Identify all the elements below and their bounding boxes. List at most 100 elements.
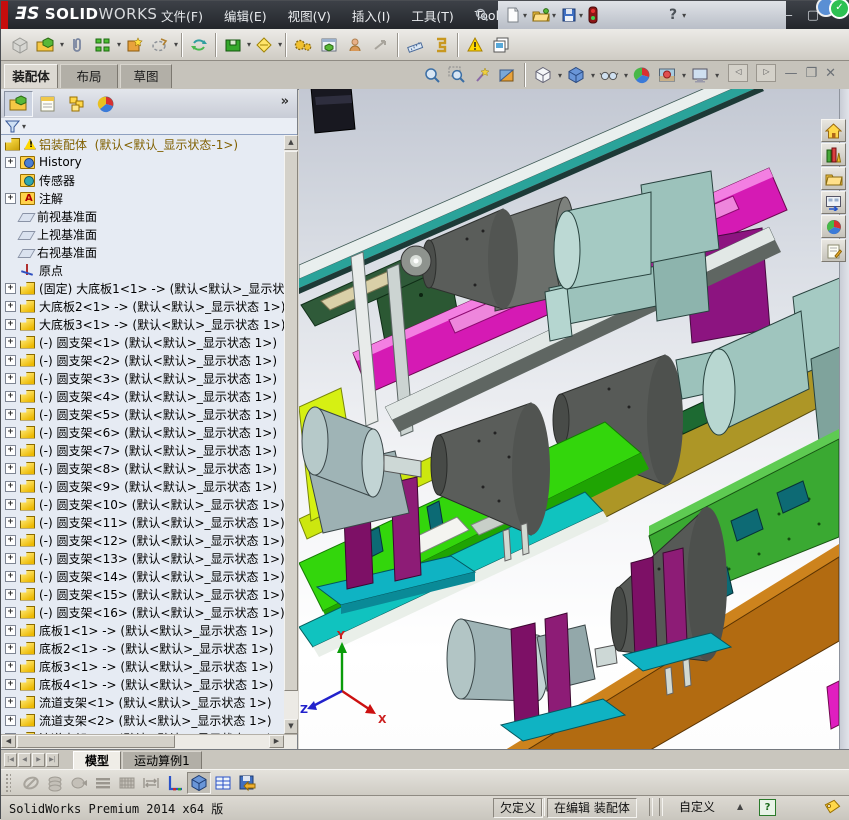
- view-orientation-icon[interactable]: [532, 64, 554, 86]
- tree-item[interactable]: 前视基准面: [1, 207, 284, 225]
- tree-root-item[interactable]: 铝装配体 (默认<默认_显示状态-1>): [1, 135, 284, 153]
- expand-icon[interactable]: [5, 373, 16, 384]
- custom-status-button[interactable]: 自定义: [673, 798, 721, 816]
- menu-item-1[interactable]: 编辑(E): [224, 6, 267, 25]
- save-animation-icon[interactable]: [235, 772, 259, 794]
- tree-item[interactable]: (-) 圆支架<2> (默认<默认>_显示状态 1>): [1, 351, 284, 369]
- propertymanager-tab[interactable]: [33, 91, 62, 117]
- chevron-down-icon[interactable]: ▾: [682, 11, 686, 20]
- expand-icon[interactable]: [5, 445, 16, 456]
- tab-assembly[interactable]: 装配体: [4, 64, 58, 88]
- expand-icon[interactable]: [5, 679, 16, 690]
- display-style-icon[interactable]: [565, 64, 587, 86]
- tree-item[interactable]: (-) 圆支架<9> (默认<默认>_显示状态 1>): [1, 477, 284, 495]
- move-component-icon[interactable]: [147, 32, 173, 58]
- tree-item[interactable]: 流道支架<2> (默认<默认>_显示状态 1>): [1, 711, 284, 729]
- tag-icon[interactable]: [823, 799, 841, 815]
- expand-icon[interactable]: [5, 193, 16, 204]
- tree-item[interactable]: History: [1, 153, 284, 171]
- chevron-down-icon[interactable]: ▾: [591, 71, 595, 80]
- tree-item[interactable]: 注解: [1, 189, 284, 207]
- tree-item[interactable]: (-) 圆支架<10> (默认<默认>_显示状态 1>): [1, 495, 284, 513]
- tree-item[interactable]: 底板4<1> -> (默认<默认>_显示状态 1>): [1, 675, 284, 693]
- expand-icon[interactable]: [5, 589, 16, 600]
- previous-view-icon[interactable]: [471, 64, 493, 86]
- previous-document-button[interactable]: ◁: [728, 64, 748, 82]
- tree-item[interactable]: 底板2<1> -> (默认<默认>_显示状态 1>): [1, 639, 284, 657]
- new-document-button[interactable]: ▾: [504, 6, 527, 24]
- horizontal-scroll-thumb[interactable]: [17, 735, 175, 748]
- next-document-button[interactable]: ▷: [756, 64, 776, 82]
- chart-axes-icon[interactable]: [163, 772, 187, 794]
- expand-icon[interactable]: [5, 553, 16, 564]
- expand-icon[interactable]: [5, 661, 16, 672]
- scroll-left-button[interactable]: ◀: [1, 735, 16, 748]
- open-document-button[interactable]: ▾: [531, 6, 556, 24]
- expand-icon[interactable]: [5, 391, 16, 402]
- menu-item-2[interactable]: 视图(V): [288, 6, 331, 25]
- tree-item[interactable]: (-) 圆支架<8> (默认<默认>_显示状态 1>): [1, 459, 284, 477]
- menu-item-4[interactable]: 工具(T): [411, 6, 453, 25]
- design-library-button[interactable]: [821, 143, 846, 166]
- chevron-down-icon[interactable]: ▾: [174, 40, 178, 49]
- toolbar-drag-handle[interactable]: [5, 773, 11, 793]
- chevron-down-icon[interactable]: ▾: [558, 71, 562, 80]
- appearances-button[interactable]: [821, 215, 846, 238]
- chevron-down-icon[interactable]: ▾: [22, 122, 26, 131]
- tree-item[interactable]: (-) 圆支架<13> (默认<默认>_显示状态 1>): [1, 549, 284, 567]
- expand-icon[interactable]: [5, 301, 16, 312]
- section-view-icon[interactable]: [496, 64, 518, 86]
- insert-components-icon[interactable]: [33, 32, 59, 58]
- scroll-right-button[interactable]: ▶: [269, 735, 284, 748]
- tree-item[interactable]: (-) 圆支架<6> (默认<默认>_显示状态 1>): [1, 423, 284, 441]
- tree-item[interactable]: 流道支架<1> (默认<默认>_显示状态 1>): [1, 693, 284, 711]
- tree-item[interactable]: (-) 圆支架<15> (默认<默认>_显示状态 1>): [1, 585, 284, 603]
- vertical-scroll-thumb[interactable]: [284, 151, 298, 691]
- chevron-down-icon[interactable]: ▾: [552, 11, 556, 20]
- expand-icon[interactable]: [5, 409, 16, 420]
- images-icon[interactable]: [488, 32, 514, 58]
- panel-overflow-chevron[interactable]: »: [281, 94, 289, 109]
- custom-properties-button[interactable]: [821, 239, 846, 262]
- child-close-button[interactable]: ✕: [825, 66, 836, 81]
- edit-component-icon[interactable]: [7, 32, 33, 58]
- filter-funnel-icon[interactable]: [5, 120, 21, 133]
- view-settings-icon[interactable]: [689, 64, 711, 86]
- expand-icon[interactable]: [5, 157, 16, 168]
- rebuild-traffic-light-icon[interactable]: [587, 6, 599, 24]
- tree-item[interactable]: (-) 圆支架<5> (默认<默认>_显示状态 1>): [1, 405, 284, 423]
- child-minimize-button[interactable]: —: [784, 66, 797, 81]
- tree-item[interactable]: 底板3<1> -> (默认<默认>_显示状态 1>): [1, 657, 284, 675]
- chevron-down-icon[interactable]: ▾: [523, 11, 527, 20]
- hide-show-items-icon[interactable]: [598, 64, 620, 86]
- apply-scene-icon[interactable]: [656, 64, 678, 86]
- tab-model[interactable]: 模型: [73, 751, 121, 769]
- child-restore-button[interactable]: ❐: [805, 66, 817, 81]
- next-tab-button[interactable]: ▶: [32, 753, 45, 767]
- expand-icon[interactable]: [5, 481, 16, 492]
- preview-window-icon[interactable]: [316, 32, 342, 58]
- tree-item[interactable]: 上视基准面: [1, 225, 284, 243]
- tree-item[interactable]: 大底板2<1> -> (默认<默认>_显示状态 1>): [1, 297, 284, 315]
- interference-warning-icon[interactable]: [462, 32, 488, 58]
- clamp-tool-icon[interactable]: [428, 32, 454, 58]
- first-tab-button[interactable]: |◀: [4, 753, 17, 767]
- chevron-down-icon[interactable]: ▾: [278, 40, 282, 49]
- tree-item[interactable]: (-) 圆支架<1> (默认<默认>_显示状态 1>): [1, 333, 284, 351]
- chevron-down-icon[interactable]: ▾: [624, 71, 628, 80]
- chevron-down-icon[interactable]: ▾: [715, 71, 719, 80]
- tree-item[interactable]: 右视基准面: [1, 243, 284, 261]
- reference-geometry-icon[interactable]: [251, 32, 277, 58]
- expand-icon[interactable]: [5, 535, 16, 546]
- tree-item[interactable]: 底板1<1> -> (默认<默认>_显示状态 1>): [1, 621, 284, 639]
- tree-item[interactable]: (-) 圆支架<14> (默认<默认>_显示状态 1>): [1, 567, 284, 585]
- help-button[interactable]: ?: [669, 7, 677, 23]
- expand-icon[interactable]: [5, 607, 16, 618]
- expand-icon[interactable]: [5, 697, 16, 708]
- tree-item[interactable]: 大底板3<1> -> (默认<默认>_显示状态 1>): [1, 315, 284, 333]
- assembly-features-icon[interactable]: [220, 32, 246, 58]
- expand-icon[interactable]: [5, 499, 16, 510]
- tab-sketch[interactable]: 草图: [120, 64, 172, 88]
- chevron-down-icon[interactable]: ▾: [682, 71, 686, 80]
- expand-icon[interactable]: [5, 283, 16, 294]
